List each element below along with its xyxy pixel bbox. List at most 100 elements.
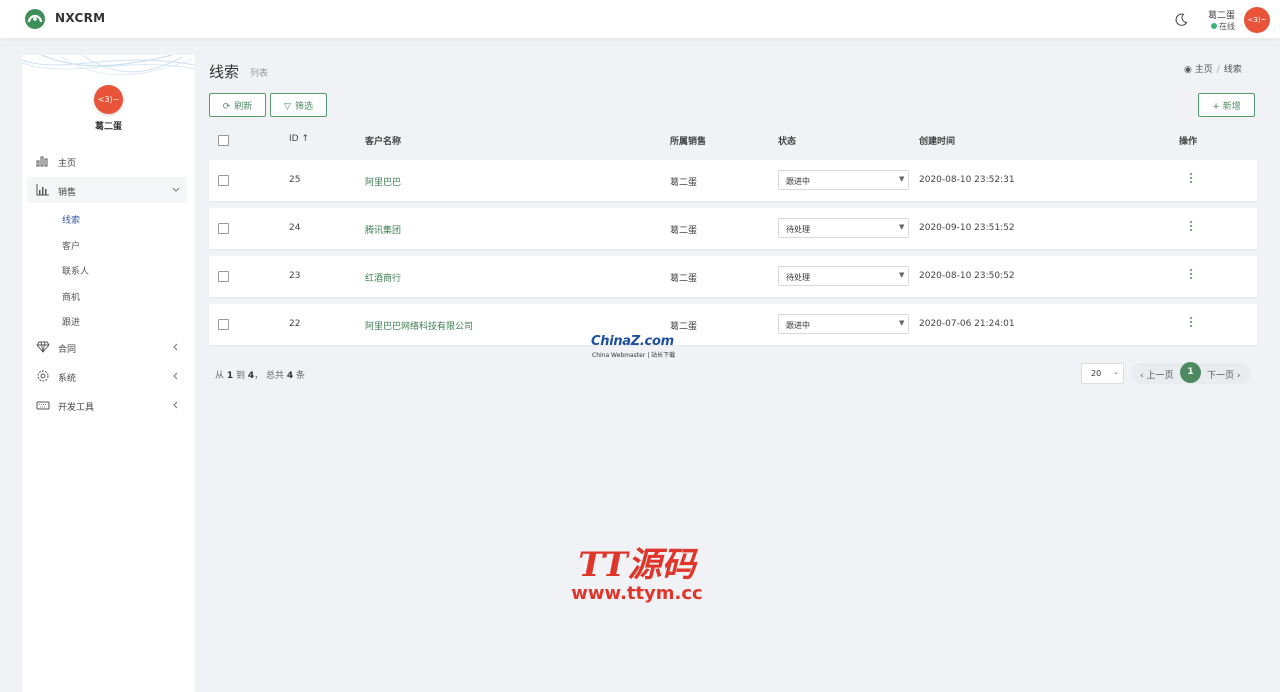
sidebar-item-label: 主页 [58, 159, 77, 169]
user-status: 在线 [1211, 21, 1235, 32]
row-status-select[interactable]: 跟进中 ▼ [778, 314, 909, 334]
breadcrumb-current: 线索 [1223, 65, 1242, 75]
breadcrumb-home[interactable]: 主页 [1195, 65, 1213, 75]
header-avatar[interactable]: <3)~ [1244, 7, 1270, 33]
sidebar: <3)~ 葛二蛋 主页 销售 线索 客户 联系人 商机 跟进 合同 系统 开发工… [22, 55, 195, 692]
row-customer-link[interactable]: 阿里巴巴网络科技有限公司 [365, 319, 473, 332]
refresh-label: 刷新 [234, 101, 253, 112]
status-value: 待处理 [786, 273, 810, 282]
sidebar-subitem-customers[interactable]: 客户 [62, 239, 80, 252]
row-checkbox[interactable] [218, 319, 229, 330]
caret-down-icon: ▼ [899, 271, 905, 279]
brand-name[interactable]: NXCRM [55, 11, 105, 25]
summary-text: 从 [215, 371, 227, 381]
page-subtitle: 列表 [250, 69, 269, 79]
table-row: 25 阿里巴巴 葛二蛋 跟进中 ▼ 2020-08-10 23:52:31 [209, 160, 1257, 201]
more-actions-icon[interactable] [1189, 221, 1193, 235]
chevron-down-icon: ⌄ [1113, 368, 1119, 376]
logo-icon[interactable] [24, 8, 46, 30]
column-actions: 操作 [1179, 137, 1198, 147]
top-header: NXCRM 葛二蛋 在线 <3)~ [0, 0, 1280, 39]
histogram-icon [36, 184, 49, 196]
sidebar-item-sales[interactable]: 销售 [27, 177, 187, 203]
row-customer-link[interactable]: 腾讯集团 [365, 223, 401, 236]
row-customer-link[interactable]: 阿里巴巴 [365, 175, 401, 188]
dark-mode-icon[interactable] [1174, 12, 1189, 27]
next-page-button[interactable]: 下一页 › [1207, 368, 1240, 381]
sidebar-item-system[interactable]: 系统 [27, 363, 187, 389]
sidebar-item-contracts[interactable]: 合同 [27, 334, 187, 360]
chevron-down-icon [172, 187, 180, 192]
row-checkbox[interactable] [218, 223, 229, 234]
chinaz-watermark-title: ChinaZ.com [591, 334, 674, 349]
status-value: 跟进中 [786, 321, 810, 330]
ttym-watermark-url: www.ttym.cc [571, 583, 703, 604]
page-size-select[interactable]: 20 ⌄ [1081, 363, 1124, 384]
caret-down-icon: ▼ [899, 223, 905, 231]
row-status-select[interactable]: 待处理 ▼ [778, 266, 909, 286]
chevron-left-icon [173, 401, 178, 409]
table-header: ID ↑ 客户名称 所属销售 状态 创建时间 操作 [209, 128, 1257, 152]
row-checkbox[interactable] [218, 175, 229, 186]
ttym-watermark-title: TT源码 [578, 545, 696, 585]
header-user-name[interactable]: 葛二蛋 [1208, 8, 1235, 21]
current-page-button[interactable]: 1 [1180, 362, 1201, 383]
more-actions-icon[interactable] [1189, 269, 1193, 283]
pagination: ‹ 上一页 1 下一页 › [1131, 362, 1251, 384]
row-owner: 葛二蛋 [670, 322, 698, 332]
table-row: 23 红酒商行 葛二蛋 待处理 ▼ 2020-08-10 23:50:52 [209, 256, 1257, 297]
row-owner: 葛二蛋 [670, 226, 698, 236]
dashboard-icon: ◉ [1184, 65, 1192, 75]
filter-button[interactable]: ▽ 筛选 [270, 93, 327, 117]
sidebar-item-label: 系统 [58, 374, 77, 384]
filter-icon: ▽ [284, 101, 291, 112]
chinaz-watermark-subtitle: China Webmaster | 站长下载 [592, 352, 676, 359]
breadcrumb: ◉ 主页 / 线索 [1184, 62, 1242, 75]
add-button[interactable]: + 新增 [1198, 93, 1255, 117]
column-owner: 所属销售 [670, 137, 707, 147]
sidebar-user-name: 葛二蛋 [94, 122, 122, 132]
keyboard-icon [36, 401, 50, 410]
prev-page-button[interactable]: ‹ 上一页 [1140, 368, 1173, 381]
ttym-watermark: TT源码 www.ttym.cc [562, 547, 712, 605]
refresh-button[interactable]: ⟳ 刷新 [209, 93, 266, 117]
chevron-left-icon [173, 343, 178, 351]
sidebar-item-label: 合同 [58, 345, 77, 355]
sidebar-subitem-leads[interactable]: 线索 [62, 213, 80, 226]
chevron-left-icon [173, 372, 178, 380]
sidebar-item-devtools[interactable]: 开发工具 [27, 392, 187, 418]
summary-text: 条 [293, 371, 306, 381]
chinaz-watermark: ChinaZ.com China Webmaster | 站长下载 [591, 334, 675, 359]
sidebar-item-home[interactable]: 主页 [27, 148, 187, 174]
select-all-checkbox[interactable] [218, 135, 229, 146]
user-status-label: 在线 [1219, 22, 1235, 31]
row-id: 24 [289, 223, 301, 233]
row-created-time: 2020-08-10 23:50:52 [919, 271, 1015, 281]
column-id[interactable]: ID ↑ [289, 134, 309, 144]
row-customer-link[interactable]: 红酒商行 [365, 271, 401, 284]
summary-text: 到 [233, 371, 248, 381]
diamond-icon [36, 341, 50, 353]
sidebar-subitem-contacts[interactable]: 联系人 [62, 264, 89, 277]
more-actions-icon[interactable] [1189, 173, 1193, 187]
sidebar-avatar[interactable]: <3)~ [94, 85, 123, 114]
sidebar-subitem-opportunities[interactable]: 商机 [62, 290, 80, 303]
online-dot [1211, 23, 1217, 29]
row-status-select[interactable]: 跟进中 ▼ [778, 170, 909, 190]
row-checkbox[interactable] [218, 271, 229, 282]
page-size-value: 20 [1091, 369, 1102, 378]
column-name: 客户名称 [365, 137, 402, 147]
column-status: 状态 [778, 137, 797, 147]
sidebar-subitem-followups[interactable]: 跟进 [62, 315, 80, 328]
gear-icon [37, 370, 49, 382]
row-id: 22 [289, 319, 301, 329]
table-row: 24 腾讯集团 葛二蛋 待处理 ▼ 2020-09-10 23:51:52 [209, 208, 1257, 249]
page-title: 线索 [209, 63, 240, 81]
column-created: 创建时间 [919, 137, 956, 147]
sidebar-item-label: 销售 [58, 188, 77, 198]
row-id: 23 [289, 271, 301, 281]
row-status-select[interactable]: 待处理 ▼ [778, 218, 909, 238]
more-actions-icon[interactable] [1189, 317, 1193, 331]
table-row: 22 阿里巴巴网络科技有限公司 葛二蛋 跟进中 ▼ 2020-07-06 21:2… [209, 304, 1257, 345]
row-id: 25 [289, 175, 301, 185]
